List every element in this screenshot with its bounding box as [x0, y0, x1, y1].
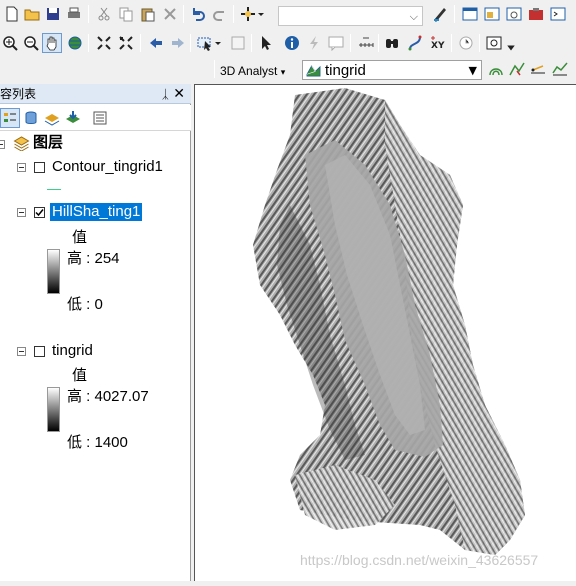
- redo-icon[interactable]: [210, 4, 230, 24]
- pan-hand-icon[interactable]: [42, 33, 62, 53]
- tingrid-layer-name[interactable]: tingrid: [52, 342, 93, 360]
- full-extent-globe-icon[interactable]: [65, 33, 85, 53]
- fixed-zoom-out-icon[interactable]: [116, 33, 136, 53]
- hillshade-low-value: 低 : 0: [67, 296, 103, 313]
- 3d-analyst-toolbar: 3D Analyst ▾ tingrid ▼: [0, 56, 576, 84]
- tingrid-color-ramp: [47, 387, 60, 432]
- measure-icon[interactable]: [356, 33, 376, 53]
- copy-icon[interactable]: [116, 4, 136, 24]
- map-display[interactable]: [194, 84, 576, 581]
- undo-icon[interactable]: [188, 4, 208, 24]
- go-to-xy-icon[interactable]: XY: [428, 33, 448, 53]
- arctoolbox-icon[interactable]: [526, 4, 546, 24]
- paste-icon[interactable]: [138, 4, 158, 24]
- list-by-selection-icon[interactable]: [63, 108, 83, 128]
- tingrid-layer-visibility-checkbox[interactable]: [34, 346, 45, 357]
- layers-stack-icon: [13, 135, 30, 155]
- toc-options-icon[interactable]: [90, 108, 110, 128]
- open-folder-icon[interactable]: [22, 4, 42, 24]
- table-of-contents-icon[interactable]: [460, 4, 480, 24]
- profile-graph-icon[interactable]: [550, 59, 570, 79]
- chevron-down-icon: ⌵: [409, 10, 418, 23]
- cut-icon[interactable]: [94, 4, 114, 24]
- new-document-icon[interactable]: [2, 4, 22, 24]
- editor-toolbar-icon[interactable]: [430, 4, 450, 24]
- tingrid-low-value: 低 : 1400: [67, 434, 128, 451]
- search-window-icon[interactable]: [504, 4, 524, 24]
- hyperlink-lightning-icon[interactable]: [304, 33, 324, 53]
- svg-text:XY: XY: [431, 41, 445, 51]
- hillshade-color-ramp: [47, 249, 60, 294]
- 3d-analyst-menu[interactable]: 3D Analyst ▾: [220, 62, 285, 80]
- layers-collapse-toggle[interactable]: [0, 140, 5, 149]
- select-dropdown-icon[interactable]: [213, 33, 223, 53]
- select-features-icon[interactable]: [195, 33, 215, 53]
- hillshade-raster: [253, 88, 525, 555]
- back-arrow-icon[interactable]: [146, 33, 166, 53]
- fixed-zoom-in-icon[interactable]: [94, 33, 114, 53]
- tingrid-layer-collapse-toggle[interactable]: [17, 347, 26, 356]
- tools-toolbar: XY: [0, 29, 576, 58]
- watermark-text: https://blog.csdn.net/weixin_43626557: [300, 552, 539, 568]
- catalog-icon[interactable]: [482, 4, 502, 24]
- line-of-sight-icon[interactable]: [528, 59, 548, 79]
- add-data-icon[interactable]: [238, 4, 258, 24]
- list-by-drawing-order-icon[interactable]: [0, 108, 20, 128]
- toc-toolbar: [0, 105, 191, 131]
- tin-layer-icon: [306, 63, 321, 82]
- close-icon[interactable]: ✕: [173, 84, 185, 104]
- hillshade-layer-collapse-toggle[interactable]: [17, 208, 26, 217]
- zoom-out-icon[interactable]: [21, 33, 41, 53]
- find-binoculars-icon[interactable]: [382, 33, 402, 53]
- chevron-down-icon: ▼: [468, 64, 477, 77]
- select-elements-arrow-icon[interactable]: [256, 33, 276, 53]
- contour-tool-icon[interactable]: [486, 59, 506, 79]
- hillshade-layer-visibility-checkbox[interactable]: [34, 207, 45, 218]
- toc-title: 内容列表: [0, 87, 37, 101]
- add-data-dropdown-icon[interactable]: [256, 4, 266, 24]
- contour-layer-collapse-toggle[interactable]: [17, 163, 26, 172]
- contour-layer-name[interactable]: Contour_tingrid1: [52, 158, 163, 176]
- delete-icon[interactable]: [160, 4, 180, 24]
- list-by-visibility-icon[interactable]: [42, 108, 62, 128]
- layers-root-label[interactable]: 图层: [33, 134, 63, 152]
- hillshade-high-value: 高 : 254: [67, 250, 120, 267]
- list-by-source-icon[interactable]: [21, 108, 41, 128]
- analyst-layer-value: tingrid: [325, 62, 366, 79]
- zoom-in-icon[interactable]: [0, 33, 20, 53]
- time-slider-icon[interactable]: [456, 33, 476, 53]
- toc-title-bar: 内容列表 ᛣ ✕: [0, 84, 191, 104]
- contour-line-symbol: [47, 189, 61, 190]
- forward-arrow-icon[interactable]: [168, 33, 188, 53]
- find-route-icon[interactable]: [405, 33, 425, 53]
- create-viewer-window-icon[interactable]: [484, 33, 504, 53]
- analyst-layer-combo[interactable]: tingrid ▼: [302, 60, 482, 80]
- hillshade-layer-name[interactable]: HillSha_ting1: [50, 203, 143, 221]
- steepest-path-icon[interactable]: [507, 59, 527, 79]
- standard-toolbar: ⌵: [0, 0, 576, 29]
- map-scale-combo[interactable]: ⌵: [278, 6, 423, 26]
- html-popup-icon[interactable]: [326, 33, 346, 53]
- contour-layer-visibility-checkbox[interactable]: [34, 162, 45, 173]
- tingrid-high-value: 高 : 4027.07: [67, 388, 149, 405]
- layer-tree: 图层 Contour_tingrid1 HillSha_ting1 值 高 : …: [0, 131, 191, 581]
- clear-selection-icon[interactable]: [228, 33, 248, 53]
- table-of-contents-panel: 内容列表 ᛣ ✕ 图层 Contour_tingrid1 HillSha_tin…: [0, 84, 191, 581]
- identify-icon[interactable]: [282, 33, 302, 53]
- print-icon[interactable]: [64, 4, 84, 24]
- tingrid-legend-header: 值: [72, 367, 88, 384]
- toolbar-overflow-icon[interactable]: [506, 43, 516, 53]
- hillshade-legend-header: 值: [72, 229, 88, 246]
- pin-icon[interactable]: ᛣ: [162, 84, 169, 104]
- save-icon[interactable]: [43, 4, 63, 24]
- python-window-icon[interactable]: [548, 4, 568, 24]
